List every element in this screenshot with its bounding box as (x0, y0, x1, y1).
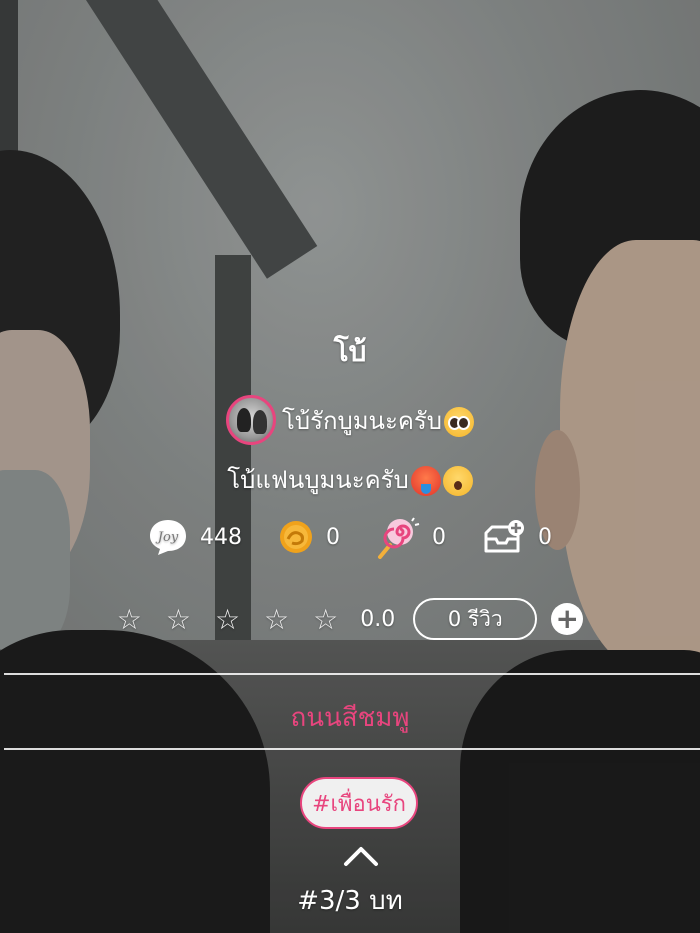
svg-text:Joy: Joy (155, 530, 179, 545)
chevron-up-icon[interactable] (343, 845, 379, 867)
lollipop-icon (378, 517, 420, 559)
plus-circle-icon: + (555, 602, 579, 635)
divider-top (4, 673, 700, 675)
add-review-button[interactable]: + (551, 602, 584, 635)
profile-name: โบ้ (333, 335, 367, 368)
hot-face-emoji-icon (410, 466, 441, 496)
coin-icon (280, 521, 312, 553)
bio: โบ้แฟนบูมนะครับ (0, 460, 700, 499)
joy-icon: Joy (150, 520, 186, 555)
stats-row: Joy 448 0 0 0 (0, 515, 700, 559)
divider-bottom (4, 748, 700, 750)
reviews-button[interactable]: 0 รีวิว (413, 598, 538, 640)
coin-count: 0 (326, 524, 340, 550)
star-outline-icon[interactable]: ☆ (264, 603, 289, 636)
hashtag-chip[interactable]: #เพื่อนรัก (300, 777, 418, 829)
rating-value: 0.0 (360, 606, 396, 632)
coin-stat[interactable]: 0 (278, 519, 340, 555)
candy-stat[interactable]: 0 (376, 515, 446, 559)
inbox-count: 0 (538, 524, 552, 550)
star-outline-icon[interactable]: ☆ (215, 603, 240, 636)
place-name[interactable]: ถนนสีชมพู (0, 697, 700, 738)
inbox-icon (484, 520, 524, 553)
joy-stat[interactable]: Joy 448 (148, 518, 242, 556)
avatar-figure-2 (252, 410, 267, 434)
inbox-stat[interactable]: 0 (482, 519, 552, 555)
rating-row: ☆ ☆ ☆ ☆ ☆ 0.0 0 รีวิว + (0, 598, 700, 640)
status-text: โบ้รักบูมนะครับ (281, 401, 475, 440)
pleading-face-emoji-icon (444, 406, 475, 437)
status-row: โบ้รักบูมนะครับ (0, 395, 700, 445)
profile-overlay: โบ้ โบ้รักบูมนะครับ โบ้แฟนบูมนะครับ Joy … (0, 0, 700, 933)
avatar[interactable] (225, 395, 276, 445)
star-outline-icon[interactable]: ☆ (117, 603, 142, 636)
drooling-face-emoji-icon (442, 466, 473, 496)
page-counter: #3/3 บท (297, 886, 403, 916)
bio-text: โบ้แฟนบูมนะครับ (227, 466, 409, 494)
star-outline-icon[interactable]: ☆ (313, 603, 338, 636)
avatar-figure-1 (236, 408, 251, 432)
joy-count: 448 (200, 524, 242, 550)
star-rating[interactable]: ☆ ☆ ☆ ☆ ☆ (117, 603, 339, 636)
star-outline-icon[interactable]: ☆ (166, 603, 191, 636)
status-message: โบ้รักบูมนะครับ (281, 406, 443, 435)
candy-count: 0 (432, 524, 446, 550)
